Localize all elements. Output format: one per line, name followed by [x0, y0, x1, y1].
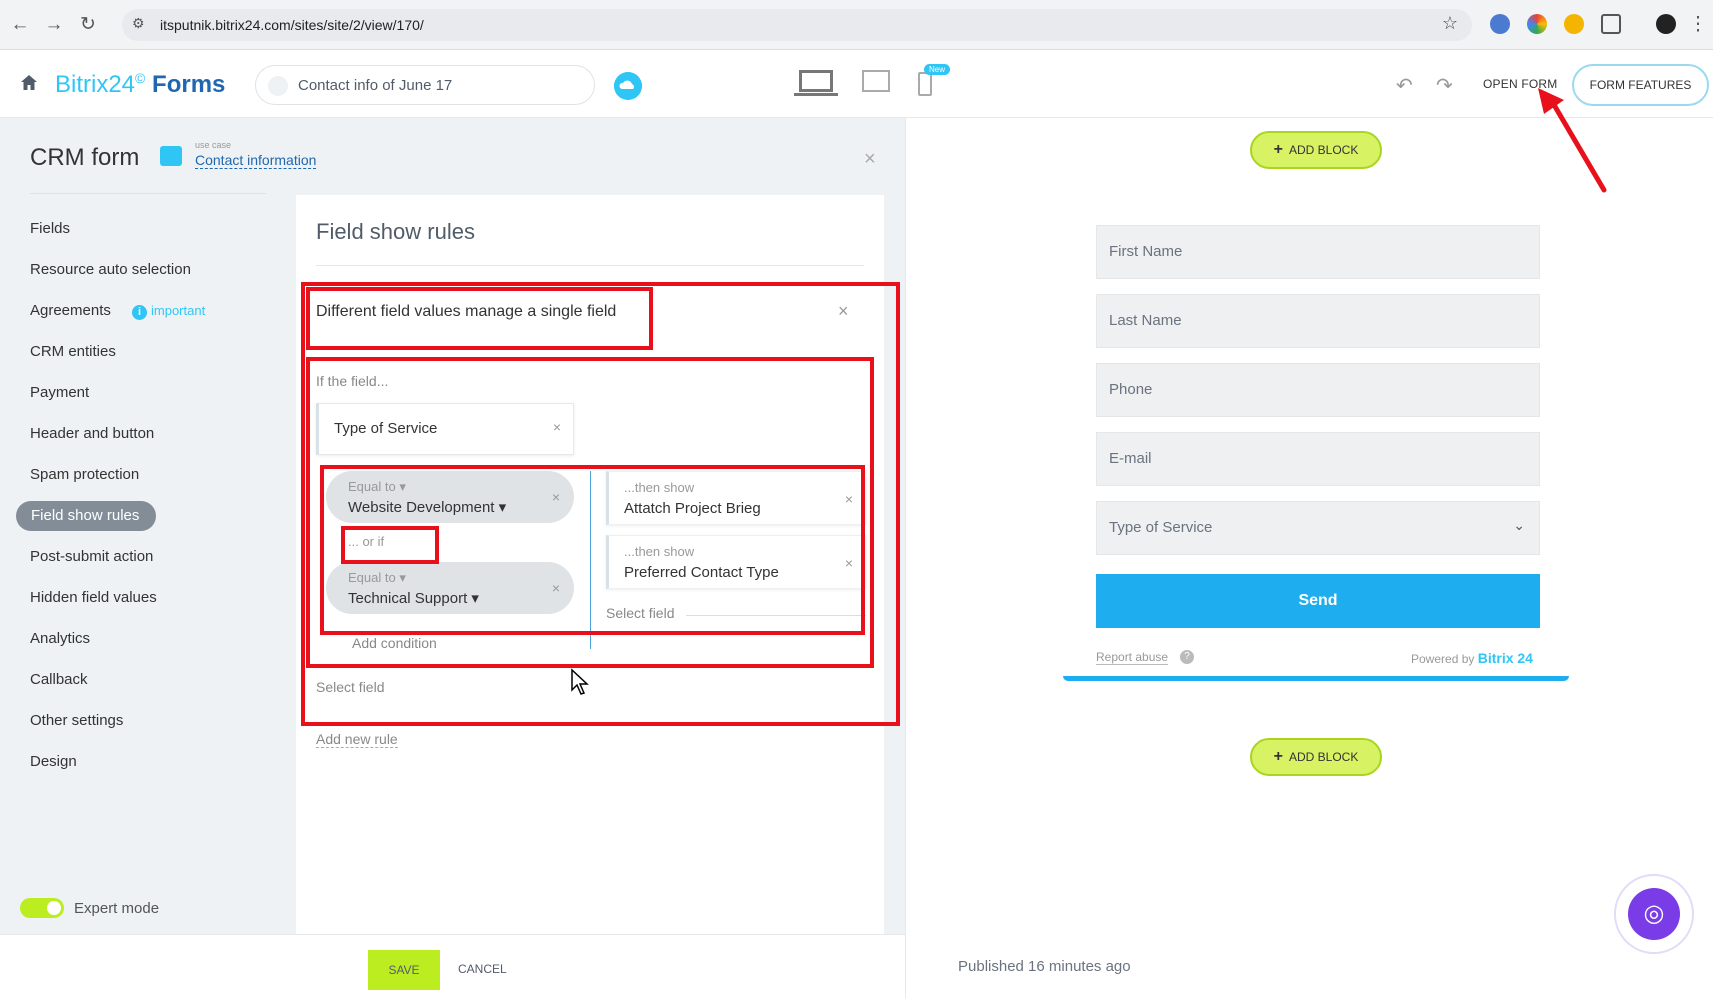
email-field[interactable]: E-mail	[1096, 432, 1540, 486]
logo-circle: ©	[135, 70, 146, 86]
chat-widget-button[interactable]: ◎	[1614, 874, 1694, 954]
panel-title: CRM form	[30, 144, 140, 171]
close-icon[interactable]: ×	[864, 148, 876, 171]
save-button[interactable]: SAVE	[368, 950, 440, 990]
add-new-rule-link[interactable]: Add new rule	[316, 731, 398, 748]
back-icon[interactable]: ←	[8, 13, 32, 37]
new-badge: New	[924, 64, 951, 75]
select-placeholder: Type of Service	[1109, 519, 1213, 536]
logo-main: Bitrix24	[55, 71, 136, 98]
tablet-view-icon[interactable]	[862, 70, 890, 92]
profile-avatar[interactable]	[1656, 14, 1676, 34]
browser-menu-icon[interactable]: ⋮	[1686, 13, 1710, 37]
important-badge[interactable]: i important	[132, 303, 205, 320]
url-text: itsputnik.bitrix24.com/sites/site/2/view…	[160, 17, 424, 33]
site-settings-icon[interactable]: ⚙	[132, 15, 145, 32]
field-placeholder: First Name	[1109, 243, 1183, 260]
field-placeholder: E-mail	[1109, 450, 1152, 467]
undo-icon[interactable]: ↶	[1396, 73, 1413, 98]
redo-icon[interactable]: ↷	[1436, 73, 1453, 98]
mobile-view-icon[interactable]	[918, 72, 932, 96]
field-placeholder: Phone	[1109, 381, 1153, 398]
mouse-cursor-icon	[571, 668, 589, 695]
card-title: Field show rules	[316, 219, 475, 244]
extensions-puzzle-icon[interactable]	[1601, 14, 1621, 34]
report-abuse-link[interactable]: Report abuse	[1096, 650, 1169, 665]
expert-mode-label: Expert mode	[74, 900, 160, 917]
sidebar-item-fields[interactable]: Fields	[30, 220, 70, 237]
annotation-rule-title-box	[306, 287, 653, 350]
add-block-label: ADD BLOCK	[1288, 750, 1359, 764]
sidebar-item-agreements[interactable]: Agreements	[30, 302, 111, 319]
forward-icon[interactable]: →	[42, 13, 66, 37]
powered-by-label: Powered by	[1411, 652, 1475, 666]
form-preview: + ADD BLOCK First Name Last Name Phone E-…	[905, 118, 1713, 998]
annotation-arrow	[1538, 88, 1607, 193]
chevron-down-icon: ⌄	[1513, 517, 1525, 533]
sidebar-item-spam-protection[interactable]: Spam protection	[30, 466, 139, 483]
home-icon[interactable]	[20, 74, 38, 92]
plus-icon: +	[1273, 141, 1283, 158]
desktop-view-icon[interactable]	[799, 70, 833, 92]
add-block-button[interactable]: + ADD BLOCK	[1250, 738, 1382, 776]
sidebar-item-payment[interactable]: Payment	[30, 384, 89, 401]
desktop-view-base	[794, 93, 838, 96]
extension-icon[interactable]	[1490, 14, 1510, 34]
add-block-button[interactable]: + ADD BLOCK	[1250, 131, 1382, 169]
form-name-text: Contact info of June 17	[298, 77, 453, 94]
sidebar-item-crm-entities[interactable]: CRM entities	[30, 343, 116, 360]
use-case-link[interactable]: Contact information	[195, 152, 317, 169]
browser-toolbar: ← → ↻ ⚙ itsputnik.bitrix24.com/sites/sit…	[0, 0, 1713, 50]
action-bar: SAVE CANCEL	[0, 934, 905, 998]
type-of-service-select[interactable]: Type of Service ⌄	[1096, 501, 1540, 555]
plus-icon: +	[1273, 748, 1283, 765]
field-placeholder: Last Name	[1109, 312, 1182, 329]
important-label: important	[151, 303, 206, 318]
powered-by-brand: Bitrix 24	[1477, 650, 1533, 666]
add-block-label: ADD BLOCK	[1288, 143, 1359, 157]
sidebar-item-field-show-rules[interactable]: Field show rules	[16, 501, 156, 531]
send-button[interactable]: Send	[1096, 574, 1540, 628]
phone-field[interactable]: Phone	[1096, 363, 1540, 417]
chat-icon: ◎	[1628, 888, 1680, 940]
extension-icon[interactable]	[1564, 14, 1584, 34]
divider	[316, 265, 864, 266]
divider	[30, 193, 266, 194]
annotation-or-if-box	[341, 526, 439, 564]
powered-by[interactable]: Powered by Bitrix 24	[1411, 650, 1533, 666]
form-bottom-border	[1063, 676, 1569, 681]
address-bar[interactable]: ⚙ itsputnik.bitrix24.com/sites/site/2/vi…	[122, 9, 1472, 41]
cloud-save-icon[interactable]	[614, 72, 642, 100]
sidebar-item-callback[interactable]: Callback	[30, 671, 88, 688]
use-case-icon	[160, 146, 182, 166]
logo-product: Forms	[152, 71, 226, 98]
bitrix24-forms-logo[interactable]: Bitrix24© Forms	[55, 70, 225, 99]
first-name-field[interactable]: First Name	[1096, 225, 1540, 279]
sidebar-item-hidden-field-values[interactable]: Hidden field values	[30, 589, 157, 606]
expert-mode-toggle[interactable]	[20, 898, 64, 918]
sidebar-item-post-submit-action[interactable]: Post-submit action	[30, 548, 153, 565]
sidebar-item-other-settings[interactable]: Other settings	[30, 712, 123, 729]
last-name-field[interactable]: Last Name	[1096, 294, 1540, 348]
cancel-button[interactable]: CANCEL	[458, 962, 507, 976]
published-status: Published 16 minutes ago	[958, 958, 1131, 975]
info-icon: i	[132, 305, 147, 320]
extension-icon[interactable]	[1527, 14, 1547, 34]
use-case-label: use case	[195, 140, 232, 150]
help-icon[interactable]: ?	[1180, 650, 1194, 664]
bookmark-star-icon[interactable]: ☆	[1442, 13, 1458, 34]
sidebar-item-design[interactable]: Design	[30, 753, 77, 770]
form-name-field[interactable]: Contact info of June 17	[255, 65, 595, 105]
sidebar-item-resource-auto-selection[interactable]: Resource auto selection	[30, 261, 191, 278]
reload-icon[interactable]: ↻	[76, 13, 100, 37]
app-header: Bitrix24© Forms Contact info of June 17 …	[0, 50, 1713, 118]
sidebar-item-analytics[interactable]: Analytics	[30, 630, 90, 647]
sidebar-item-header-and-button[interactable]: Header and button	[30, 425, 154, 442]
form-icon	[268, 76, 288, 96]
